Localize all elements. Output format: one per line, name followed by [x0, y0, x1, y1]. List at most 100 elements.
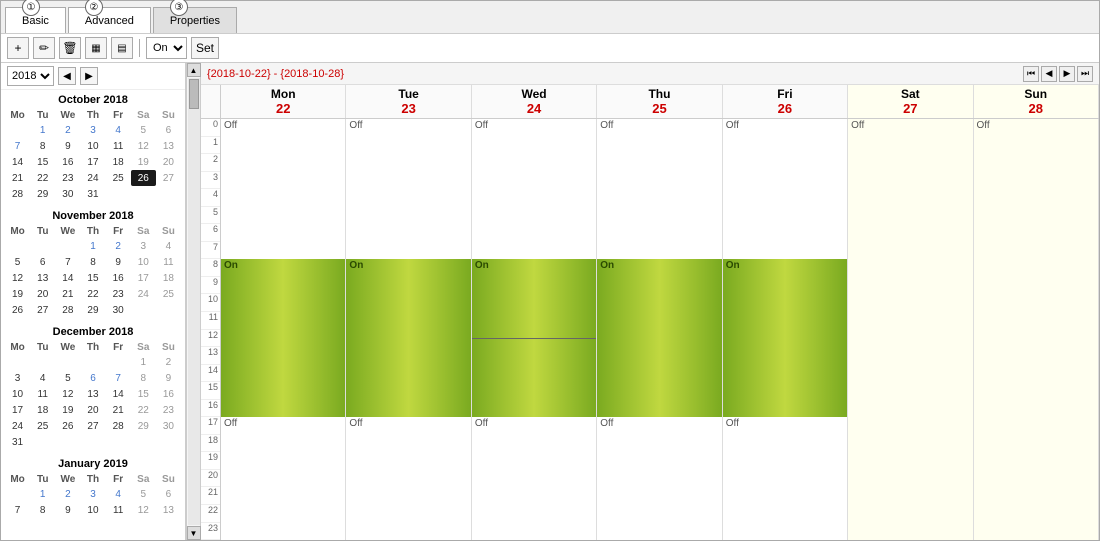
prev-year-button[interactable]: ◀ [58, 67, 76, 85]
table-row: 242526 2728 2930 [5, 418, 181, 434]
year-dropdown[interactable]: 2018 [7, 66, 54, 86]
content-area: 2018 ◀ ▶ October 2018 Mo Tu We [1, 63, 1099, 540]
table-row: 14 15 16 17 18 19 20 [5, 154, 181, 170]
table-row: 21 22 23 24 25 26 27 [5, 170, 181, 186]
tab-basic[interactable]: ① Basic [5, 7, 66, 33]
hour-6: 6 [201, 224, 220, 242]
table-row: 192021 2223 2425 [5, 286, 181, 302]
hour-18: 18 [201, 435, 220, 453]
fri-off-block2: Off [723, 417, 847, 540]
table-row: 789 1011 1213 [5, 502, 181, 518]
date-range-first-button[interactable]: ⏮ [1023, 66, 1039, 82]
scroll-up-button[interactable]: ▲ [187, 63, 201, 77]
sun-off-block: Off [974, 119, 1098, 259]
table-row: 1 2 3 4 5 6 [5, 486, 181, 502]
day-name-tue: Tue [346, 87, 470, 101]
date-range-nav: ⏮ ◀ ▶ ⏭ [1023, 66, 1093, 82]
left-panel-wrapper: 2018 ◀ ▶ October 2018 Mo Tu We [1, 63, 201, 540]
table-row: 28 29 30 31 [5, 186, 181, 202]
table-row: 12 [5, 354, 181, 370]
tue-off-block2: Off [346, 417, 470, 540]
add-button[interactable]: + [7, 37, 29, 59]
hour-8: 8 [201, 259, 220, 277]
mini-cal-november: November 2018 MoTuWe ThFr SaSu 1 2 [5, 210, 181, 318]
hour-15: 15 [201, 382, 220, 400]
date-range-prev-button[interactable]: ◀ [1041, 66, 1057, 82]
toolbar: + ✏ 🗑 ▦ ▤ On Off Set [1, 33, 1099, 63]
tab-properties[interactable]: ③ Properties [153, 7, 237, 33]
hour-21: 21 [201, 487, 220, 505]
hour-17: 17 [201, 417, 220, 435]
mon-on-block: On [221, 259, 345, 417]
calendars-scroll: October 2018 Mo Tu We Th Fr Sa Su [1, 90, 185, 540]
table-row: 7 8 9 10 11 12 13 [5, 138, 181, 154]
day-col-sat: Off [848, 119, 973, 540]
left-panel: 2018 ◀ ▶ October 2018 Mo Tu We [1, 63, 186, 540]
hour-16: 16 [201, 400, 220, 418]
year-nav: 2018 ◀ ▶ [1, 63, 185, 90]
hour-19: 19 [201, 452, 220, 470]
day-name-sun: Sun [974, 87, 1098, 101]
hour-labels: 0 1 2 3 4 5 6 7 8 9 10 11 12 13 [201, 119, 221, 540]
on-off-dropdown[interactable]: On Off [146, 37, 187, 59]
day-header-sun: Sun 28 [974, 85, 1099, 118]
delete-button[interactable]: 🗑 [59, 37, 81, 59]
tue-off-block: Off [346, 119, 470, 259]
hour-23: 23 [201, 523, 220, 540]
mini-cal-december-table: MoTuWe ThFr SaSu 12 345 67 [5, 340, 181, 450]
next-year-button[interactable]: ▶ [80, 67, 98, 85]
day-header-mon: Mon 22 [221, 85, 346, 118]
mini-cal-december: December 2018 MoTuWe ThFr SaSu 12 [5, 326, 181, 450]
tab-advanced[interactable]: ② Advanced [68, 7, 151, 33]
hour-5: 5 [201, 207, 220, 225]
date-num-wed: 24 [472, 101, 596, 116]
day-name-fri: Fri [723, 87, 847, 101]
mon-off-block: Off [221, 119, 345, 259]
tue-on-block: On [346, 259, 470, 417]
main-calendar: {2018-10-22} - {2018-10-28} ⏮ ◀ ▶ ⏭ Mon … [201, 63, 1099, 540]
hour-12: 12 [201, 330, 220, 348]
app-container: ① Basic ② Advanced ③ Properties + ✏ 🗑 ▦ … [0, 0, 1100, 541]
tabs-row: ① Basic ② Advanced ③ Properties [1, 1, 1099, 33]
wed-off-block: Off [472, 119, 596, 259]
table-row: 101112 1314 1516 [5, 386, 181, 402]
table-row: 121314 1516 1718 [5, 270, 181, 286]
grid-view-button[interactable]: ▦ [85, 37, 107, 59]
fri-on-block: On [723, 259, 847, 417]
day-name-thu: Thu [597, 87, 721, 101]
hour-11: 11 [201, 312, 220, 330]
day-header-wed: Wed 24 [472, 85, 597, 118]
col-th: Th [80, 108, 105, 122]
current-time-line [472, 338, 596, 339]
day-header-fri: Fri 26 [723, 85, 848, 118]
toolbar-separator [139, 39, 140, 57]
mini-cal-october: October 2018 Mo Tu We Th Fr Sa Su [5, 94, 181, 202]
scroll-thumb[interactable] [189, 79, 199, 109]
list-view-button[interactable]: ▤ [111, 37, 133, 59]
table-row: 171819 2021 2223 [5, 402, 181, 418]
mini-cal-november-table: MoTuWe ThFr SaSu 1 2 3 4 [5, 224, 181, 318]
hour-20: 20 [201, 470, 220, 488]
set-button[interactable]: Set [191, 37, 219, 59]
week-grid: Mon 22 Tue 23 Wed 24 Thu 25 [201, 85, 1099, 540]
tab-properties-label: Properties [170, 15, 220, 27]
tab-advanced-label: Advanced [85, 15, 134, 27]
date-range-bar: {2018-10-22} - {2018-10-28} ⏮ ◀ ▶ ⏭ [201, 63, 1099, 85]
scroll-down-button[interactable]: ▼ [187, 526, 201, 540]
edit-button[interactable]: ✏ [33, 37, 55, 59]
hour-7: 7 [201, 242, 220, 260]
table-row: 31 [5, 434, 181, 450]
mini-cal-january: January 2019 MoTuWe ThFr SaSu 1 2 [5, 458, 181, 518]
hour-0: 0 [201, 119, 220, 137]
date-range-last-button[interactable]: ⏭ [1077, 66, 1093, 82]
date-num-thu: 25 [597, 101, 721, 116]
mini-cal-november-header: November 2018 [5, 210, 181, 222]
day-col-wed: Off On Off [472, 119, 597, 540]
day-col-sun: Off [974, 119, 1099, 540]
date-num-sat: 27 [848, 101, 972, 116]
date-range-next-button[interactable]: ▶ [1059, 66, 1075, 82]
scroll-track [188, 78, 200, 525]
mon-off-block2: Off [221, 417, 345, 540]
hours-container: 0 1 2 3 4 5 6 7 8 9 10 11 12 13 [201, 119, 1099, 540]
table-row: 1 2 3 4 [5, 238, 181, 254]
